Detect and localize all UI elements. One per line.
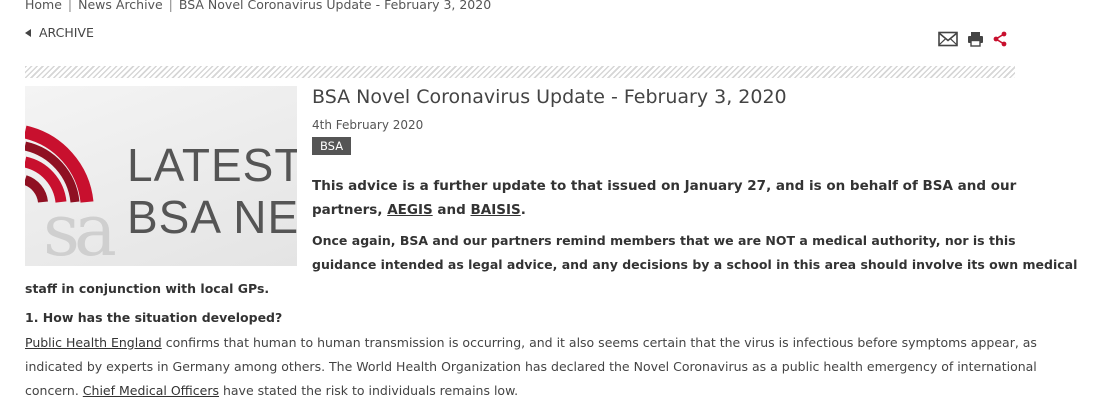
intro-line: This advice is a further update to that …: [312, 178, 1017, 194]
article-date: 4th February 2020: [312, 118, 424, 132]
aegis-link[interactable]: AEGIS: [387, 202, 433, 218]
public-health-england-link[interactable]: Public Health England: [25, 335, 162, 350]
breadcrumb-separator: |: [168, 0, 173, 12]
article-title: BSA Novel Coronavirus Update - February …: [312, 86, 787, 108]
body-text: have stated the risk to individuals rema…: [219, 383, 519, 398]
triangle-left-icon: [25, 28, 31, 37]
thumbnail-watermark: sa: [43, 188, 117, 266]
share-icon[interactable]: [993, 31, 1007, 47]
mail-icon[interactable]: [938, 31, 958, 47]
body-line: Public Health England confirms that huma…: [25, 335, 1037, 350]
archive-label: ARCHIVE: [39, 25, 94, 40]
body-line: indicated by experts in Germany among ot…: [25, 359, 1037, 374]
chief-medical-officers-link[interactable]: Chief Medical Officers: [83, 383, 219, 398]
print-icon[interactable]: [967, 31, 984, 47]
section-divider: [25, 66, 1015, 78]
paragraph-line: Once again, BSA and our partners remind …: [312, 233, 1016, 248]
baisis-link[interactable]: BAISIS: [470, 202, 520, 218]
thumbnail-text-line2: BSA NEV: [127, 191, 297, 243]
breadcrumb-separator: |: [67, 0, 73, 12]
breadcrumb-news-archive-link[interactable]: News Archive: [78, 0, 163, 12]
news-thumbnail[interactable]: sa LATEST BSA NEV: [25, 86, 297, 266]
breadcrumb: Home | News Archive | BSA Novel Coronavirus …: [25, 0, 491, 12]
body-text: concern.: [25, 383, 83, 398]
breadcrumb-current: BSA Novel Coronavirus Update - February …: [178, 0, 492, 12]
intro-text: .: [520, 202, 526, 218]
article-tools: [938, 31, 1007, 47]
intro-text: and: [432, 202, 471, 218]
section-heading: 1. How has the situation developed?: [25, 310, 283, 325]
intro-line-partners: partners, AEGIS and BAISIS.: [312, 202, 526, 218]
body-text: confirms that human to human transmissio…: [161, 335, 1037, 350]
tag-badge[interactable]: BSA: [312, 137, 352, 155]
intro-text: partners,: [312, 202, 388, 218]
body-line: concern. Chief Medical Officers have sta…: [25, 383, 518, 398]
thumbnail-text-line1: LATEST: [127, 139, 297, 191]
paragraph-line: guidance intended as legal advice, and a…: [312, 257, 1078, 272]
breadcrumb-home-link[interactable]: Home: [25, 0, 62, 12]
archive-back-link[interactable]: ARCHIVE: [25, 25, 94, 40]
paragraph-line: staff in conjunction with local GPs.: [25, 281, 270, 296]
